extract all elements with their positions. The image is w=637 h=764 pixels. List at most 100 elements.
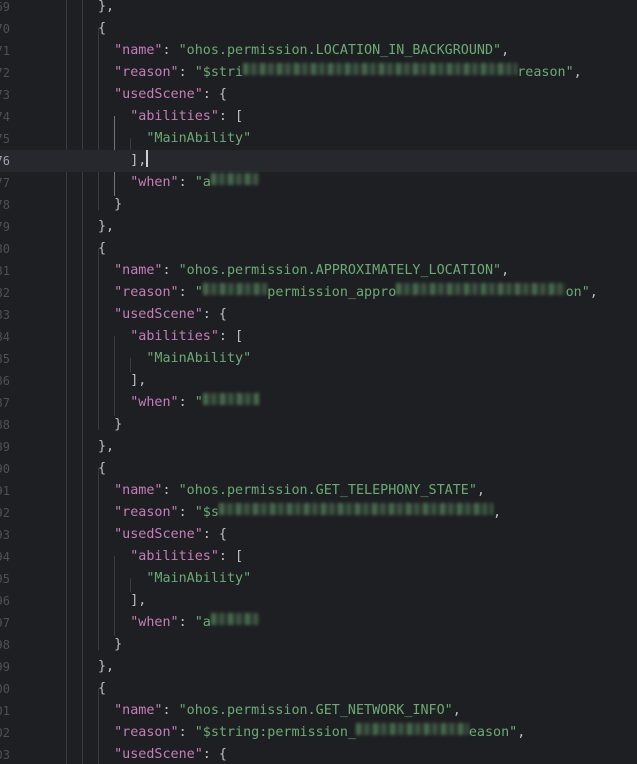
code-text: "when": "always" bbox=[130, 172, 260, 194]
code-line[interactable]: 75 "MainAbility" bbox=[0, 128, 637, 150]
json-key: "name" bbox=[114, 43, 163, 58]
code-line[interactable]: 88} bbox=[0, 414, 637, 436]
json-punctuation: , bbox=[517, 725, 526, 740]
line-number: 73 bbox=[0, 88, 10, 102]
json-key: "when" bbox=[130, 175, 179, 190]
code-line[interactable]: 103 "usedScene": { bbox=[0, 744, 637, 764]
redacted-text: ng:permission_background_location_ bbox=[243, 63, 518, 75]
code-line[interactable]: 83 "usedScene": { bbox=[0, 304, 637, 326]
code-line[interactable]: 89}, bbox=[0, 436, 637, 458]
code-line[interactable]: 71 "name": "ohos.permission.LOCATION_IN_B… bbox=[0, 40, 637, 62]
code-text: } bbox=[114, 634, 122, 656]
code-line[interactable]: 78} bbox=[0, 194, 637, 216]
json-key: "usedScene" bbox=[114, 527, 203, 542]
code-line[interactable]: 90 { bbox=[0, 458, 637, 480]
code-line[interactable]: 86], bbox=[0, 370, 637, 392]
code-line[interactable]: 72 "reason": "$string:permission_backgrou… bbox=[0, 62, 637, 84]
code-line[interactable]: 93 "usedScene": { bbox=[0, 524, 637, 546]
json-key: "abilities" bbox=[130, 329, 219, 344]
line-number: 70 bbox=[0, 22, 10, 36]
json-key: "name" bbox=[114, 263, 163, 278]
code-line[interactable]: 99}, bbox=[0, 656, 637, 678]
code-line[interactable]: 76], bbox=[0, 150, 637, 172]
json-punctuation: : bbox=[162, 703, 179, 718]
code-line[interactable]: 97 "when": "always" bbox=[0, 612, 637, 634]
code-line[interactable]: 69}, bbox=[0, 0, 637, 18]
code-text: "name": "ohos.permission.GET_TELEPHONY_S… bbox=[114, 480, 485, 502]
json-string: " bbox=[194, 285, 203, 300]
code-text: ], bbox=[130, 370, 146, 392]
json-punctuation: : bbox=[178, 395, 195, 410]
code-text: "reason": "$string:permission_network_in… bbox=[114, 722, 525, 744]
code-text: "reason": "$string:permission_background… bbox=[114, 62, 582, 84]
json-punctuation: : bbox=[178, 285, 195, 300]
json-string: "$stri bbox=[194, 65, 244, 80]
redacted-text: tring:permission_telephony_reason" bbox=[218, 503, 494, 515]
json-string: eason" bbox=[468, 725, 518, 740]
json-key: "abilities" bbox=[130, 109, 219, 124]
code-line[interactable]: 73 "usedScene": { bbox=[0, 84, 637, 106]
code-line[interactable]: 96], bbox=[0, 590, 637, 612]
line-number: 81 bbox=[0, 264, 10, 278]
json-punctuation: : { bbox=[202, 307, 227, 322]
redacted-text: lways" bbox=[210, 613, 260, 625]
code-line[interactable]: 102 "reason": "$string:permission_network… bbox=[0, 722, 637, 744]
line-number: 80 bbox=[0, 242, 10, 256]
redacted-text: always" bbox=[202, 393, 260, 405]
code-text: "usedScene": { bbox=[114, 304, 227, 326]
json-punctuation: , bbox=[501, 263, 510, 278]
code-line[interactable]: 98} bbox=[0, 634, 637, 656]
line-number: 102 bbox=[0, 726, 10, 740]
json-key: "usedScene" bbox=[114, 747, 203, 762]
json-punctuation: , bbox=[589, 285, 598, 300]
code-line[interactable]: 92 "reason": "$string:permission_telephon… bbox=[0, 502, 637, 524]
code-line[interactable]: 84 "abilities": [ bbox=[0, 326, 637, 348]
code-text: "MainAbility" bbox=[146, 568, 251, 590]
code-text: }, bbox=[98, 656, 114, 678]
json-key: "name" bbox=[114, 703, 163, 718]
json-key: "reason" bbox=[114, 725, 179, 740]
code-line[interactable]: 100 { bbox=[0, 678, 637, 700]
code-line[interactable]: 85 "MainAbility" bbox=[0, 348, 637, 370]
code-line[interactable]: 87 "when": "always" bbox=[0, 392, 637, 414]
line-number: 93 bbox=[0, 528, 10, 542]
line-number: 71 bbox=[0, 44, 10, 58]
code-text: "name": "ohos.permission.APPROXIMATELY_L… bbox=[114, 260, 509, 282]
json-punctuation: : bbox=[162, 483, 179, 498]
line-number: 74 bbox=[0, 110, 10, 124]
json-punctuation: { bbox=[98, 21, 107, 36]
code-line[interactable]: 101 "name": "ohos.permission.GET_NETWORK_… bbox=[0, 700, 637, 722]
code-text: "abilities": [ bbox=[130, 106, 243, 128]
json-punctuation: : bbox=[178, 175, 195, 190]
json-punctuation: }, bbox=[98, 0, 115, 14]
json-string: reason" bbox=[517, 65, 574, 80]
code-line[interactable]: 81 "name": "ohos.permission.APPROXIMATELY… bbox=[0, 260, 637, 282]
line-number: 103 bbox=[0, 748, 10, 762]
line-number: 85 bbox=[0, 352, 10, 366]
code-line[interactable]: 95 "MainAbility" bbox=[0, 568, 637, 590]
line-number: 100 bbox=[0, 682, 10, 696]
json-key: "name" bbox=[114, 483, 163, 498]
code-editor[interactable]: 69}, 70 {71 "name": "ohos.permission.LOCATI… bbox=[0, 0, 637, 764]
json-string: "MainAbility" bbox=[146, 571, 252, 586]
code-text: "when": "always" bbox=[130, 612, 260, 634]
code-line[interactable]: 79}, bbox=[0, 216, 637, 238]
code-text: "reason": "$string:permission_approximat… bbox=[114, 282, 598, 304]
json-punctuation: : { bbox=[202, 87, 227, 102]
json-string: "MainAbility" bbox=[146, 351, 252, 366]
json-string: "MainAbility" bbox=[146, 131, 252, 146]
code-line[interactable]: 91 "name": "ohos.permission.GET_TELEPHONY… bbox=[0, 480, 637, 502]
code-line[interactable]: 77 "when": "always" bbox=[0, 172, 637, 194]
code-line[interactable]: 80 { bbox=[0, 238, 637, 260]
code-line[interactable]: 94 "abilities": [ bbox=[0, 546, 637, 568]
line-number: 82 bbox=[0, 286, 10, 300]
text-caret bbox=[146, 150, 149, 167]
code-text: "name": "ohos.permission.LOCATION_IN_BAC… bbox=[114, 40, 509, 62]
line-number: 69 bbox=[0, 0, 10, 14]
json-punctuation: , bbox=[476, 483, 485, 498]
code-line[interactable]: 82 "reason": "$string:permission_approxim… bbox=[0, 282, 637, 304]
code-text: ], bbox=[130, 150, 149, 172]
code-line[interactable]: 74 "abilities": [ bbox=[0, 106, 637, 128]
code-line[interactable]: 70 { bbox=[0, 18, 637, 40]
line-number: 76 bbox=[0, 154, 10, 168]
